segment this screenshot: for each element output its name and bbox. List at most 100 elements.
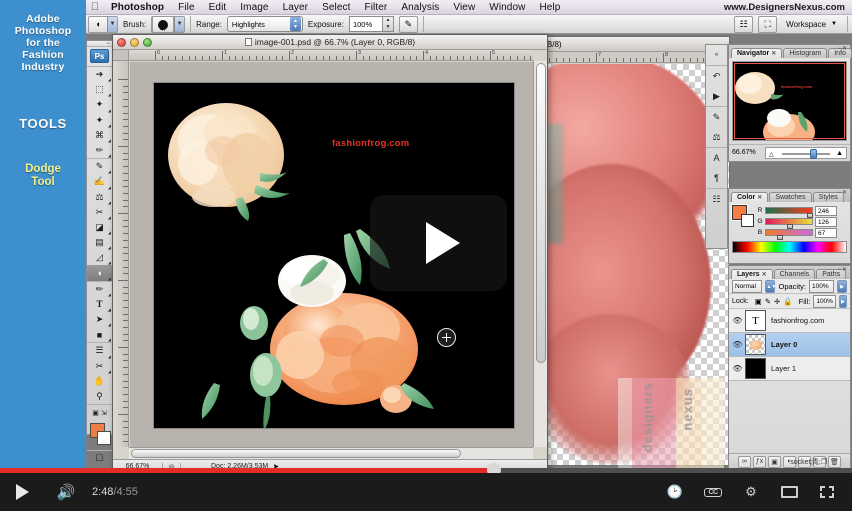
brush-tool[interactable]: ✍ ◢ [87, 174, 112, 189]
tool-preset-picker[interactable]: ◖ ▼ [88, 15, 118, 33]
eye-icon[interactable]: 👁 [730, 316, 745, 325]
rectangle-tool[interactable]: ■ ◢ [87, 327, 112, 343]
blur-tool[interactable]: ◿ ◢ [87, 250, 112, 265]
menu-item-image[interactable]: Image [233, 2, 275, 13]
airbrush-toggle-button[interactable]: ✎ [398, 15, 418, 33]
clone-stamp-tool[interactable]: ⚖ ◢ [87, 190, 112, 205]
character-icon[interactable]: A [706, 148, 727, 168]
tab-navigator[interactable]: Navigator ✕ [731, 48, 783, 58]
layer-mask-icon[interactable]: ▣ [768, 455, 781, 468]
blend-mode-select[interactable]: Normal [732, 279, 763, 293]
hand-tool[interactable]: ✋ [87, 374, 112, 389]
layer-name[interactable]: fashionfrog.com [771, 316, 824, 325]
menu-item-window[interactable]: Window [482, 2, 532, 13]
history-brush-tool[interactable]: ✂ ◢ [87, 205, 112, 220]
color-swatches[interactable] [87, 420, 112, 450]
chevron-updown-icon[interactable]: ▲▼ [765, 279, 776, 293]
eye-icon[interactable]: 👁 [730, 340, 745, 349]
scrollbar-thumb[interactable] [536, 63, 546, 363]
layer-row-selected[interactable]: 👁 Layer 0 [729, 333, 850, 357]
history-icon[interactable]: ↶ [706, 66, 727, 86]
layer-style-icon[interactable]: ƒx [753, 455, 766, 468]
chevron-down-icon[interactable]: ▼ [107, 16, 117, 32]
eraser-tool[interactable]: ◪ ◢ [87, 220, 112, 235]
settings-gear-icon[interactable]: ⚙ [732, 484, 770, 500]
layer-comps-icon[interactable]: ☷ [706, 189, 727, 209]
healing-brush-tool[interactable]: ✎ ◢ [87, 159, 112, 174]
slice-tool[interactable]: ✏ ◢ [87, 143, 112, 158]
link-layers-icon[interactable]: ∞ [738, 455, 751, 468]
delete-layer-icon[interactable]: 🗑 [828, 455, 841, 468]
blue-slider-track[interactable] [765, 229, 813, 240]
actions-icon[interactable]: ▶ [706, 86, 727, 106]
vertical-scrollbar[interactable] [533, 61, 547, 447]
theater-mode-icon[interactable] [770, 486, 808, 498]
menu-item-file[interactable]: File [171, 2, 202, 13]
eyedropper-tool[interactable]: ✂ ◢ [87, 359, 112, 374]
slider-thumb[interactable] [810, 148, 817, 159]
tab-histogram[interactable]: Histogram [783, 48, 828, 58]
new-group-icon[interactable]: socket;☐ [790, 455, 819, 468]
lasso-tool[interactable]: ✦ ◢ [87, 97, 112, 112]
crop-tool[interactable]: ⌘ ◢ [87, 128, 112, 143]
red-value[interactable]: 246 [815, 205, 837, 216]
bridge-button[interactable]: ⛶ [758, 15, 778, 33]
paragraph-icon[interactable]: ¶ [706, 168, 727, 188]
notes-tool[interactable]: ☰ ◢ [87, 343, 112, 358]
opacity-stepper[interactable]: ▶ [837, 279, 847, 293]
tab-channels[interactable]: Channels [773, 269, 816, 279]
menu-item-layer[interactable]: Layer [276, 2, 316, 13]
watch-later-icon[interactable]: 🕑 [656, 484, 694, 500]
clone-source-icon[interactable]: ⚖ [706, 127, 727, 147]
quick-mask-icon[interactable]: ☐ [87, 451, 112, 466]
lock-position-icon[interactable]: ✛ [774, 297, 780, 306]
magic-wand-tool[interactable]: ✦ ◢ [87, 113, 112, 128]
menu-item-filter[interactable]: Filter [358, 2, 395, 13]
document-titlebar[interactable]: image-001.psd @ 66.7% (Layer 0, RGB/8) [113, 35, 547, 50]
palettes-button[interactable]: ☷ [734, 15, 754, 33]
horizontal-scrollbar[interactable] [129, 447, 533, 459]
navigator-thumbnail[interactable]: fashionfrog.com [732, 61, 847, 141]
menu-item-analysis[interactable]: Analysis [394, 2, 446, 13]
fullscreen-icon[interactable] [808, 486, 846, 498]
background-color-swatch[interactable] [97, 431, 111, 446]
collapse-dock-icon[interactable]: « [706, 45, 727, 65]
eye-icon[interactable]: 👁 [730, 364, 745, 373]
panel-controls[interactable]: −✕ [837, 45, 848, 52]
lock-transparent-icon[interactable]: ▣ [755, 297, 762, 306]
new-layer-icon[interactable]: 青;❐ [812, 455, 827, 468]
navigator-zoom-value[interactable]: 66.67% [732, 149, 762, 156]
volume-button[interactable]: 🔊 [44, 483, 88, 501]
closed-captions-icon[interactable]: CC [694, 487, 732, 497]
green-value[interactable]: 126 [815, 216, 837, 227]
menu-item-help[interactable]: Help [532, 2, 567, 13]
tab-layers[interactable]: Layers ✕ [731, 269, 773, 279]
tab-color[interactable]: Color ✕ [731, 192, 769, 202]
color-panel-swatches[interactable] [731, 204, 754, 227]
layer-name[interactable]: Layer 1 [771, 364, 796, 373]
lock-image-icon[interactable]: ✎ [765, 297, 771, 306]
navigator-view-box[interactable] [734, 63, 845, 139]
zoom-tool[interactable]: ⚲ [87, 389, 112, 404]
play-button[interactable] [0, 484, 44, 500]
opacity-input[interactable]: 100% [809, 279, 834, 293]
color-spectrum-bar[interactable] [732, 241, 847, 253]
brushes-icon[interactable]: ✎ [706, 107, 727, 127]
video-big-play-button[interactable] [370, 195, 507, 291]
default-colors-icon[interactable]: ▣ ⇲ [87, 405, 112, 420]
lock-all-icon[interactable]: 🔒 [783, 297, 792, 306]
apple-icon[interactable]:  [86, 1, 104, 13]
gradient-tool[interactable]: ▤ ◢ [87, 235, 112, 250]
move-tool[interactable]: ➔ ◢ [87, 67, 112, 82]
background-color-swatch[interactable] [741, 214, 754, 227]
layer-name[interactable]: Layer 0 [771, 340, 797, 349]
chevron-down-icon[interactable]: ▼ [831, 21, 837, 27]
exposure-input[interactable]: 100% [348, 16, 383, 32]
layer-row-text[interactable]: 👁 T fashionfrog.com [729, 309, 850, 333]
palette-grip[interactable]: •• [87, 41, 112, 47]
workspace-label[interactable]: Workspace [786, 20, 826, 29]
blue-value[interactable]: 67 [815, 227, 837, 238]
path-selection-tool[interactable]: ➤ ◢ [87, 312, 112, 327]
pen-tool[interactable]: ✏ ◢ [87, 282, 112, 297]
chevron-updown-icon[interactable]: ▲▼ [289, 17, 301, 31]
